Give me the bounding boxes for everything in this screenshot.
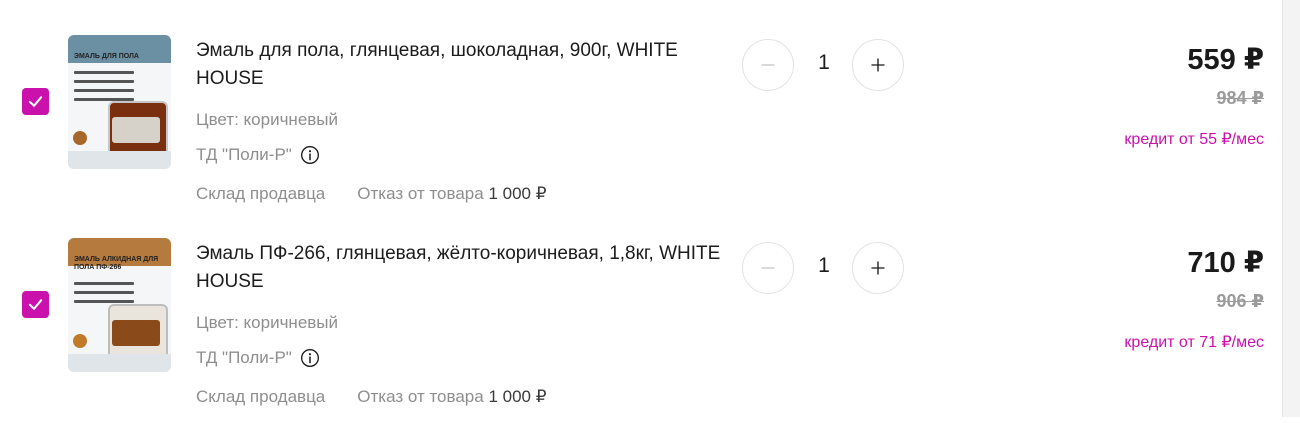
product-image[interactable]: ЭМАЛЬ АЛКИДНАЯ ДЛЯ ПОЛА ПФ-266 <box>68 238 171 372</box>
increase-quantity-button[interactable] <box>852 242 904 294</box>
seller-name[interactable]: ТД "Поли-Р" <box>196 348 292 368</box>
product-title[interactable]: Эмаль ПФ-266, глянцевая, жёлто-коричнева… <box>196 240 731 296</box>
delivery-info: Склад продавца Отказ от товара 1 000 ₽ <box>196 387 547 407</box>
minus-icon <box>761 64 775 66</box>
current-price: 710 ₽ <box>1187 247 1264 279</box>
info-icon[interactable] <box>300 145 320 165</box>
minus-icon <box>761 267 775 269</box>
refund-info: Отказ от товара 1 000 ₽ <box>357 387 546 407</box>
increase-quantity-button[interactable] <box>852 39 904 91</box>
refund-label: Отказ от товара <box>357 387 484 406</box>
old-price: 906 ₽ <box>1216 291 1264 311</box>
refund-info: Отказ от товара 1 000 ₽ <box>357 184 546 204</box>
warehouse-label: Склад продавца <box>196 387 326 406</box>
plus-icon <box>871 261 885 275</box>
refund-label: Отказ от товара <box>357 184 484 203</box>
item-checkbox[interactable] <box>22 291 49 318</box>
cart-item: ЭМАЛЬ ДЛЯ ПОЛА Эмаль для пола, глянцевая… <box>0 30 1280 220</box>
decrease-quantity-button[interactable] <box>742 242 794 294</box>
item-checkbox[interactable] <box>22 88 49 115</box>
credit-offer[interactable]: кредит от 71 ₽/мес <box>1124 332 1264 352</box>
plus-icon <box>871 58 885 72</box>
seller-row: ТД "Поли-Р" <box>196 145 320 165</box>
current-price: 559 ₽ <box>1187 44 1264 76</box>
scrollbar[interactable] <box>1282 0 1300 417</box>
seller-row: ТД "Поли-Р" <box>196 348 320 368</box>
quantity-value: 1 <box>818 254 830 277</box>
product-color: Цвет: коричневый <box>196 110 339 129</box>
check-icon <box>28 299 43 310</box>
product-title[interactable]: Эмаль для пола, глянцевая, шоколадная, 9… <box>196 37 731 93</box>
credit-offer[interactable]: кредит от 55 ₽/мес <box>1124 129 1264 149</box>
info-icon[interactable] <box>300 348 320 368</box>
quantity-value: 1 <box>818 51 830 74</box>
old-price: 984 ₽ <box>1216 88 1264 108</box>
refund-value: 1 000 ₽ <box>488 184 547 203</box>
seller-name[interactable]: ТД "Поли-Р" <box>196 145 292 165</box>
refund-value: 1 000 ₽ <box>488 387 547 406</box>
decrease-quantity-button[interactable] <box>742 39 794 91</box>
product-color: Цвет: коричневый <box>196 313 339 332</box>
cart-item: ЭМАЛЬ АЛКИДНАЯ ДЛЯ ПОЛА ПФ-266 Эмаль ПФ-… <box>0 233 1280 423</box>
product-image-caption: ЭМАЛЬ ДЛЯ ПОЛА <box>74 53 139 60</box>
product-image-caption: ЭМАЛЬ АЛКИДНАЯ ДЛЯ ПОЛА ПФ-266 <box>74 256 159 271</box>
product-image[interactable]: ЭМАЛЬ ДЛЯ ПОЛА <box>68 35 171 169</box>
check-icon <box>28 96 43 107</box>
warehouse-label: Склад продавца <box>196 184 326 203</box>
delivery-info: Склад продавца Отказ от товара 1 000 ₽ <box>196 184 547 204</box>
